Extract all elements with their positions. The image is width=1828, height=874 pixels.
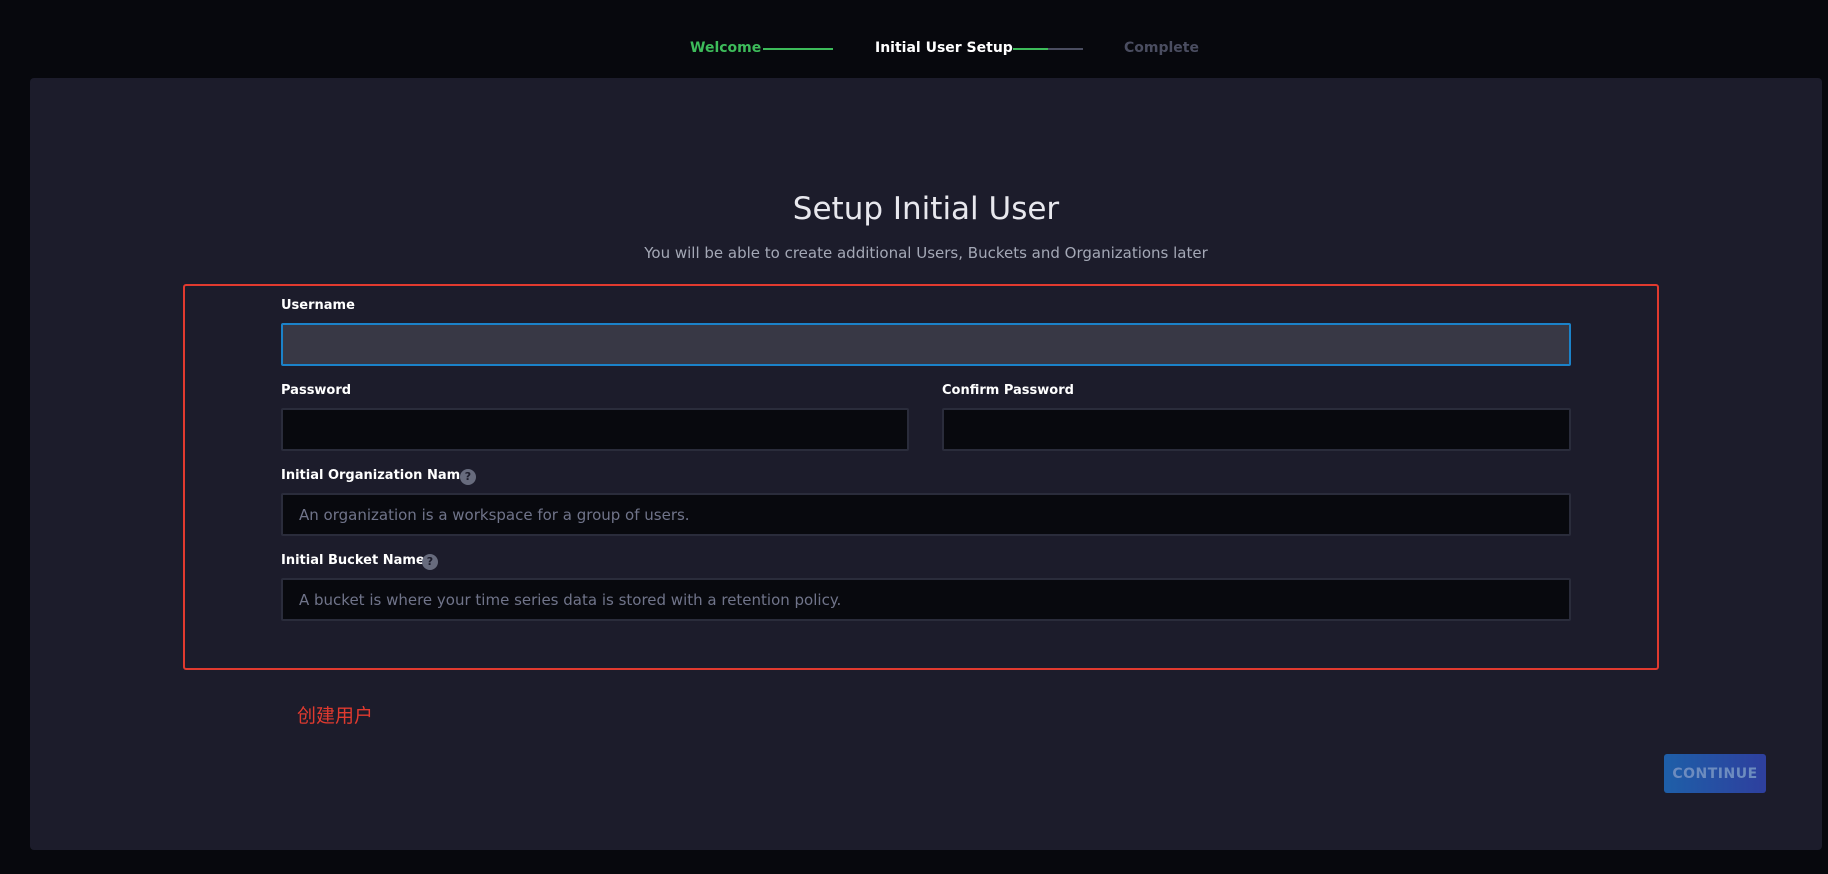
continue-button[interactable]: CONTINUE xyxy=(1664,754,1766,793)
username-label: Username xyxy=(281,298,355,313)
step-connector-1 xyxy=(763,48,833,50)
annotation-text: 创建用户 xyxy=(297,705,374,727)
confirm-password-input[interactable] xyxy=(942,408,1571,451)
page-title: Setup Initial User xyxy=(792,191,1060,227)
step-complete: Complete xyxy=(1124,40,1199,56)
organization-input[interactable] xyxy=(281,493,1571,536)
password-label: Password xyxy=(281,383,352,398)
page-subtitle: You will be able to create additional Us… xyxy=(644,244,1208,262)
setup-panel: Setup Initial User You will be able to c… xyxy=(30,78,1822,850)
confirm-password-label: Confirm Password xyxy=(942,383,1074,398)
password-input[interactable] xyxy=(281,408,909,451)
organization-label: Initial Organization Name xyxy=(281,468,469,483)
bucket-label: Initial Bucket Name xyxy=(281,553,425,568)
setup-stepper: Welcome Initial User Setup Complete xyxy=(0,0,1828,78)
username-input[interactable] xyxy=(281,323,1571,366)
bucket-help-icon[interactable]: ? xyxy=(422,554,438,570)
organization-help-icon[interactable]: ? xyxy=(460,469,476,485)
step-initial-user-setup: Initial User Setup xyxy=(875,40,1013,56)
bucket-input[interactable] xyxy=(281,578,1571,621)
step-connector-2 xyxy=(1013,48,1083,50)
step-connector-progress xyxy=(1013,48,1048,50)
step-welcome: Welcome xyxy=(690,40,762,56)
